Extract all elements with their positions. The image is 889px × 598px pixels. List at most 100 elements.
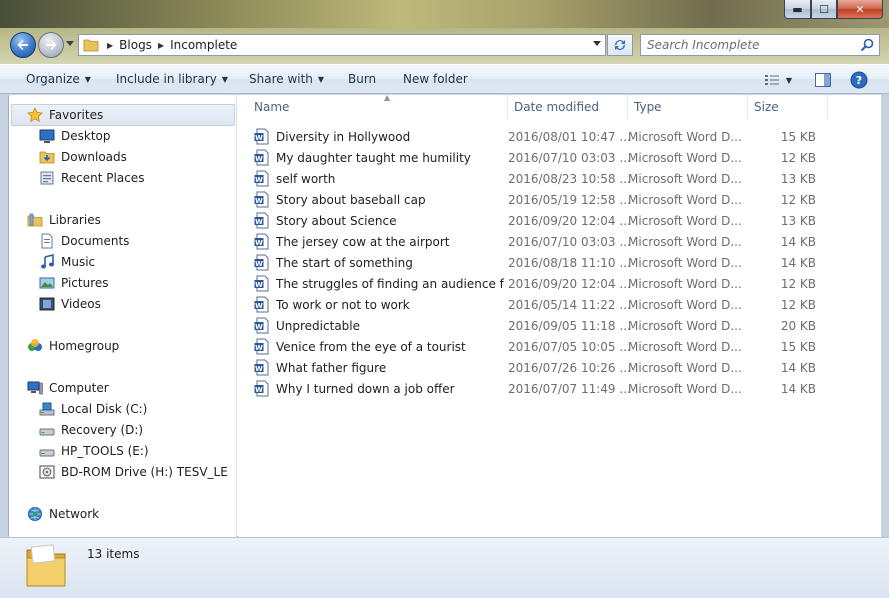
chevron-down-icon: ▼ <box>785 75 793 85</box>
forward-button[interactable] <box>38 32 64 58</box>
search-box[interactable] <box>640 34 880 56</box>
breadcrumb-separator[interactable]: ▶ <box>158 41 164 50</box>
file-list[interactable]: Name ▲ Date modified Type Size W Diversi… <box>238 93 881 537</box>
refresh-button[interactable] <box>607 34 633 56</box>
file-date-modified: 2016/07/10 03:03 ... <box>508 151 631 165</box>
file-name: Venice from the eye of a tourist <box>276 340 466 354</box>
nav-recovery[interactable]: Recovery (D:) <box>39 422 143 438</box>
nav-downloads[interactable]: Downloads <box>39 149 127 165</box>
libraries-icon <box>27 213 43 227</box>
share-with-menu[interactable]: Share with ▼ <box>249 72 324 86</box>
svg-text:W: W <box>255 218 263 226</box>
new-folder-button[interactable]: New folder <box>403 72 468 86</box>
nav-favorites[interactable]: Favorites <box>27 107 103 123</box>
navigation-bar: ▶ Blogs ▶ Incomplete <box>0 28 889 64</box>
nav-homegroup[interactable]: Homegroup <box>27 338 119 354</box>
svg-text:W: W <box>255 134 263 142</box>
nav-network[interactable]: Network <box>27 506 99 522</box>
table-row[interactable]: W The jersey cow at the airport 2016/07/… <box>254 231 834 252</box>
navigation-pane[interactable]: Favorites Desktop Downloads Recent Place… <box>9 95 237 537</box>
table-row[interactable]: W The start of something 2016/08/18 11:1… <box>254 252 834 273</box>
help-icon: ? <box>850 71 868 89</box>
file-date-modified: 2016/07/26 10:26 ... <box>508 361 631 375</box>
table-row[interactable]: W My daughter taught me humility 2016/07… <box>254 147 834 168</box>
word-document-icon: W <box>254 317 269 334</box>
nav-pictures-label: Pictures <box>61 276 109 290</box>
table-row[interactable]: W Story about Science 2016/09/20 12:04 .… <box>254 210 834 231</box>
svg-text:W: W <box>255 239 263 247</box>
chevron-down-icon <box>593 41 601 46</box>
file-name: self worth <box>276 172 336 186</box>
column-header-size[interactable]: Size <box>748 95 828 119</box>
nav-bd-rom-drive[interactable]: BD-ROM Drive (H:) TESV_LE <box>39 464 228 480</box>
minimize-button[interactable]: ▬ <box>784 0 811 19</box>
table-row[interactable]: W self worth 2016/08/23 10:58 ... Micros… <box>254 168 834 189</box>
breadcrumb-incomplete[interactable]: Incomplete <box>170 38 237 52</box>
nav-computer[interactable]: Computer <box>27 380 109 396</box>
table-row[interactable]: W Why I turned down a job offer 2016/07/… <box>254 378 834 399</box>
preview-pane-button[interactable] <box>812 70 834 90</box>
svg-text:W: W <box>255 260 263 268</box>
table-row[interactable]: W To work or not to work 2016/05/14 11:2… <box>254 294 834 315</box>
title-bar[interactable]: ▬ ☐ ✕ <box>0 0 889 28</box>
file-size: 12 KB <box>780 277 816 291</box>
help-button[interactable]: ? <box>848 70 870 90</box>
nav-desktop[interactable]: Desktop <box>39 128 111 144</box>
folder-icon <box>83 39 99 52</box>
nav-libraries[interactable]: Libraries <box>27 212 101 228</box>
burn-button[interactable]: Burn <box>348 72 376 86</box>
network-icon <box>28 507 42 521</box>
file-type: Microsoft Word D... <box>628 340 742 354</box>
file-size: 12 KB <box>780 298 816 312</box>
table-row[interactable]: W The struggles of finding an audience f… <box>254 273 834 294</box>
column-header-date-modified[interactable]: Date modified <box>508 95 628 119</box>
chevron-down-icon: ▼ <box>84 74 91 84</box>
column-header-name-label: Name <box>254 100 290 114</box>
nav-hp-tools[interactable]: HP_TOOLS (E:) <box>39 443 149 459</box>
file-size: 12 KB <box>780 151 816 165</box>
nav-music[interactable]: Music <box>39 254 95 270</box>
nav-network-label: Network <box>49 507 100 521</box>
back-button[interactable] <box>10 32 36 58</box>
views-icon <box>764 75 779 85</box>
file-type: Microsoft Word D... <box>628 256 742 270</box>
file-size: 20 KB <box>780 319 816 333</box>
nav-pictures[interactable]: Pictures <box>39 275 109 291</box>
nav-videos[interactable]: Videos <box>39 296 101 312</box>
address-bar[interactable]: ▶ Blogs ▶ Incomplete <box>78 34 606 56</box>
file-size: 14 KB <box>780 256 816 270</box>
file-date-modified: 2016/07/10 03:03 ... <box>508 235 631 249</box>
change-view-button[interactable]: ▼ <box>758 70 798 90</box>
organize-label: Organize <box>26 72 80 86</box>
nav-local-disk[interactable]: Local Disk (C:) <box>39 401 147 417</box>
sort-ascending-icon: ▲ <box>384 93 391 102</box>
recent-pages-dropdown[interactable] <box>66 40 74 49</box>
forward-arrow-icon <box>46 40 57 50</box>
table-row[interactable]: W Diversity in Hollywood 2016/08/01 10:4… <box>254 126 834 147</box>
file-size: 15 KB <box>780 130 816 144</box>
table-row[interactable]: W Venice from the eye of a tourist 2016/… <box>254 336 834 357</box>
address-dropdown[interactable] <box>593 40 601 50</box>
column-header-size-label: Size <box>754 100 779 114</box>
column-header-name[interactable]: Name ▲ <box>248 93 508 119</box>
breadcrumb-separator[interactable]: ▶ <box>107 41 113 50</box>
item-count: 13 items <box>87 547 140 561</box>
recent-places-icon <box>40 171 54 185</box>
pictures-icon <box>39 277 55 289</box>
nav-documents[interactable]: Documents <box>39 233 129 249</box>
close-button[interactable]: ✕ <box>837 0 883 19</box>
explorer-window: ▬ ☐ ✕ ▶ Blogs ▶ Incomplete Search Incomp… <box>0 0 889 598</box>
file-date-modified: 2016/08/01 10:47 ... <box>508 130 631 144</box>
column-header-type[interactable]: Type <box>628 95 748 119</box>
maximize-button[interactable]: ☐ <box>811 0 837 19</box>
search-input[interactable] <box>641 35 851 55</box>
nav-recent-places[interactable]: Recent Places <box>39 170 144 186</box>
table-row[interactable]: W Story about baseball cap 2016/05/19 12… <box>254 189 834 210</box>
include-in-library-menu[interactable]: Include in library ▼ <box>116 72 228 86</box>
table-row[interactable]: W What father figure 2016/07/26 10:26 ..… <box>254 357 834 378</box>
organize-menu[interactable]: Organize ▼ <box>26 72 91 86</box>
breadcrumb-blogs[interactable]: Blogs <box>119 38 152 52</box>
file-name: My daughter taught me humility <box>276 151 471 165</box>
search-icon[interactable] <box>860 38 874 52</box>
table-row[interactable]: W Unpredictable 2016/09/05 11:18 ... Mic… <box>254 315 834 336</box>
